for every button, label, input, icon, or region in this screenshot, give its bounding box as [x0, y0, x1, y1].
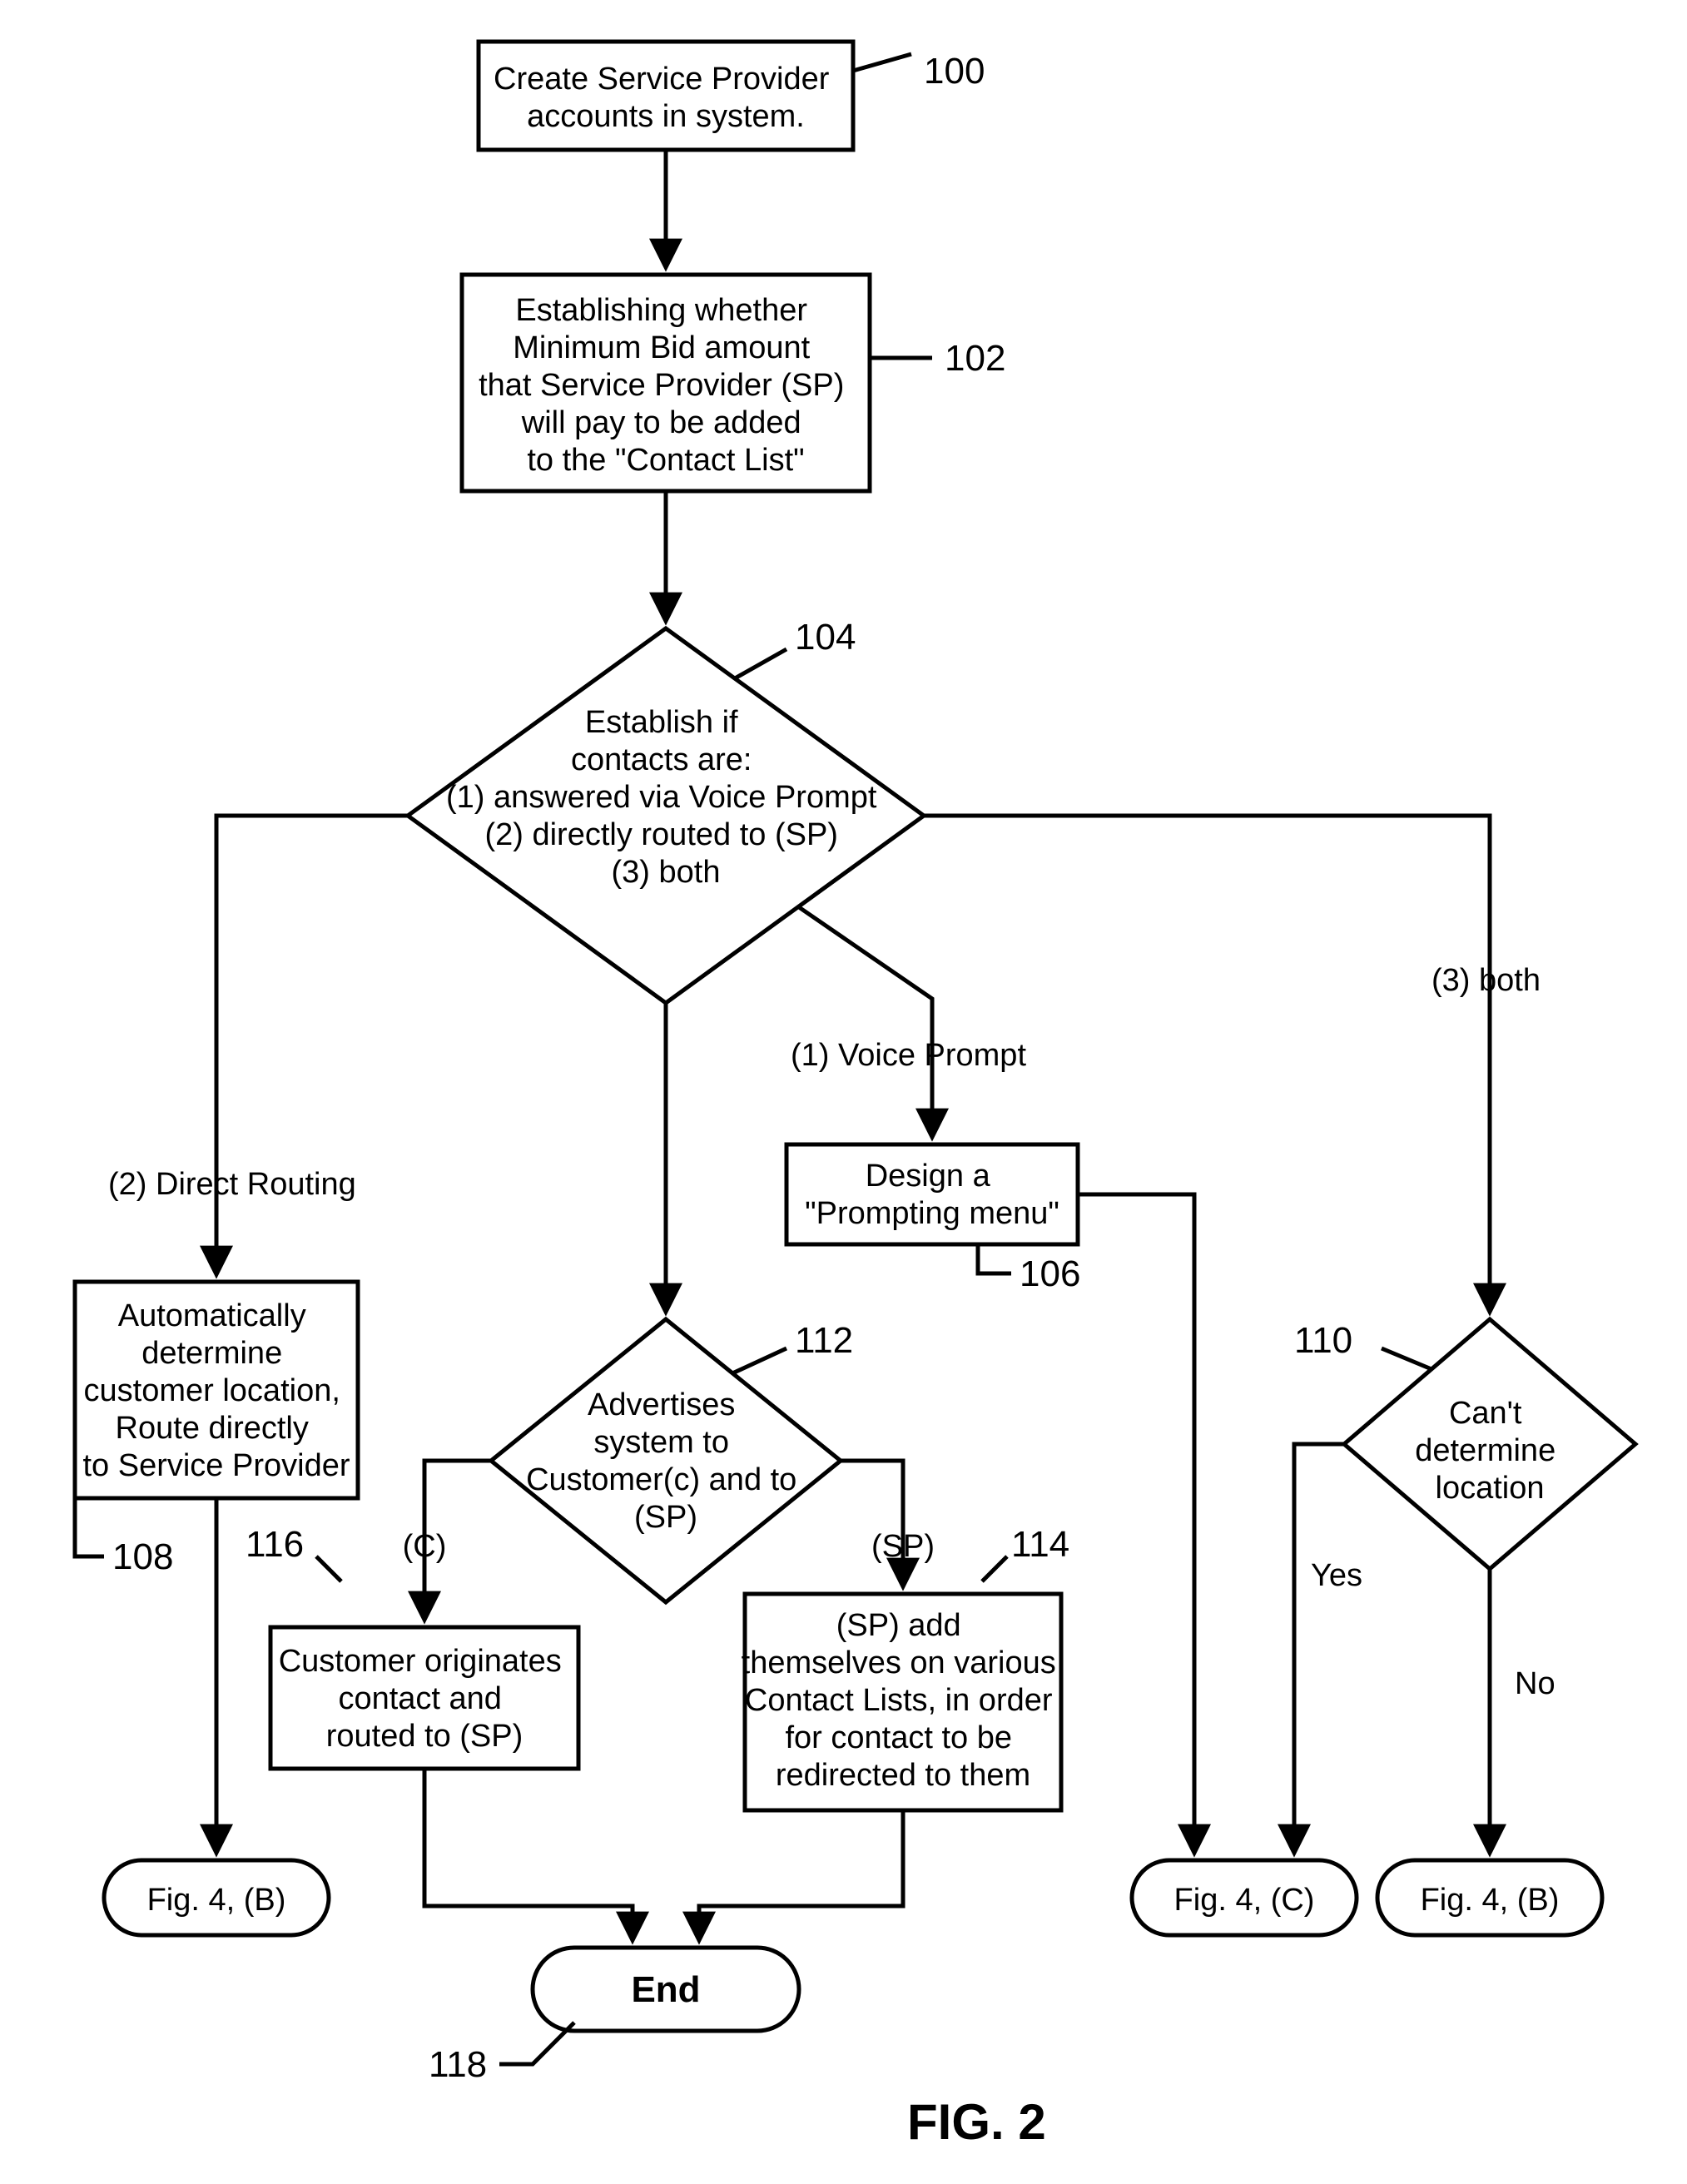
terminal-fig4b-right-text: Fig. 4, (B) — [1421, 1883, 1560, 1918]
ref-leader-110 — [1382, 1348, 1431, 1369]
node-110-line3: location — [1436, 1471, 1545, 1506]
node-110-line1: Can't — [1449, 1396, 1522, 1431]
node-104-line4: (2) directly routed to (SP) — [484, 817, 837, 852]
ref-leader-104 — [735, 649, 786, 678]
node-104-line3: (1) answered via Voice Prompt — [446, 780, 877, 815]
node-104-line1: Establish if — [585, 705, 738, 740]
node-114-line3: Contact Lists, in order — [745, 1683, 1053, 1718]
terminal-fig4b-left: Fig. 4, (B) — [104, 1860, 329, 1935]
node-114-line4: for contact to be — [785, 1720, 1012, 1755]
label-yes: Yes — [1311, 1558, 1362, 1593]
node-108-line2: determine — [141, 1336, 282, 1371]
node-116-line2: contact and — [338, 1681, 501, 1716]
label-no: No — [1515, 1666, 1556, 1701]
svg-text:End: End — [631, 1969, 700, 2010]
svg-text:Automatically determine: Automatically determine customer locatio… — [82, 1298, 350, 1483]
svg-text:Fig. 4, (B): Fig. 4, (B) — [1421, 1883, 1560, 1918]
ref-110: 110 — [1294, 1320, 1352, 1361]
node-112: Advertises system to Customer(c) and to … — [491, 1319, 841, 1602]
ref-leader-116 — [316, 1556, 341, 1581]
label-both: (3) both — [1431, 963, 1541, 998]
arrow-116-to-end — [424, 1769, 633, 1939]
node-112-line2: system to — [593, 1425, 729, 1460]
node-102-line1: Establishing whether — [515, 293, 807, 328]
label-direct-routing: (2) Direct Routing — [108, 1167, 356, 1202]
ref-114: 114 — [1011, 1524, 1069, 1565]
node-100-line2: accounts in system. — [527, 99, 805, 134]
node-114-line1: (SP) add — [836, 1608, 961, 1643]
arrow-112-to-114 — [841, 1461, 903, 1586]
node-114: (SP) add themselves on various Contact L… — [742, 1594, 1065, 1810]
node-102-line5: to the "Contact List" — [527, 443, 804, 478]
ref-118: 118 — [429, 2044, 487, 2085]
node-104-line2: contacts are: — [571, 742, 752, 777]
terminal-fig4b-left-text: Fig. 4, (B) — [147, 1883, 286, 1918]
terminal-fig4c: Fig. 4, (C) — [1132, 1860, 1357, 1935]
terminal-fig4c-text: Fig. 4, (C) — [1174, 1883, 1315, 1918]
node-116-line1: Customer originates — [279, 1644, 562, 1679]
node-102-line4: will pay to be added — [521, 405, 801, 440]
terminal-fig4b-right: Fig. 4, (B) — [1377, 1860, 1602, 1935]
node-114-line2: themselves on various — [742, 1645, 1056, 1680]
arrow-104-to-108 — [216, 816, 408, 1273]
node-100-line1: Create Service Provider — [494, 62, 830, 97]
label-c: (C) — [403, 1529, 447, 1564]
node-116-line3: routed to (SP) — [326, 1719, 523, 1754]
ref-104: 104 — [795, 617, 856, 658]
figure-label: FIG. 2 — [907, 2094, 1046, 2150]
node-108-line1: Automatically — [118, 1298, 306, 1333]
node-102: Establishing whether Minimum Bid amount … — [462, 275, 870, 491]
node-110-line2: determine — [1415, 1433, 1556, 1468]
node-108-line4: Route directly — [116, 1411, 309, 1446]
ref-116: 116 — [246, 1524, 304, 1565]
node-106-line2: "Prompting menu" — [805, 1196, 1059, 1231]
ref-100: 100 — [924, 51, 985, 92]
node-106: Design a "Prompting menu" — [786, 1144, 1078, 1244]
ref-leader-100 — [853, 54, 911, 71]
svg-text:Establishing whether Min: Establishing whether Minimum Bid amount … — [479, 293, 853, 478]
node-116: Customer originates contact and routed t… — [270, 1627, 578, 1769]
arrow-104-to-106 — [799, 907, 932, 1136]
node-110: Can't determine location — [1344, 1319, 1635, 1569]
ref-112: 112 — [795, 1320, 853, 1361]
ref-leader-108 — [75, 1498, 104, 1556]
ref-leader-112 — [732, 1348, 786, 1373]
ref-leader-114 — [982, 1556, 1007, 1581]
ref-106: 106 — [1020, 1253, 1080, 1294]
node-114-line5: redirected to them — [776, 1758, 1030, 1793]
ref-102: 102 — [945, 338, 1005, 379]
svg-text:Fig. 4, (B): Fig. 4, (B) — [147, 1883, 286, 1918]
node-118-text: End — [631, 1969, 700, 2010]
node-112-line4: (SP) — [634, 1500, 697, 1535]
node-108-line5: to Service Provider — [82, 1448, 350, 1483]
node-106-line1: Design a — [866, 1159, 991, 1194]
node-108-line3: customer location, — [84, 1373, 340, 1408]
label-sp: (SP) — [871, 1529, 935, 1564]
node-108: Automatically determine customer locatio… — [75, 1282, 358, 1498]
node-104: Establish if contacts are: (1) answered … — [408, 628, 924, 1003]
node-100: Create Service Provider accounts in syst… — [479, 42, 853, 150]
label-voice-prompt: (1) Voice Prompt — [791, 1038, 1026, 1073]
svg-text:Fig. 4, (C): Fig. 4, (C) — [1174, 1883, 1315, 1918]
node-118-end: End — [533, 1948, 799, 2031]
node-112-line1: Advertises — [588, 1387, 735, 1422]
ref-108: 108 — [112, 1536, 173, 1577]
node-102-line3: that Service Provider (SP) — [479, 368, 844, 403]
arrow-114-to-end — [699, 1810, 903, 1939]
node-112-line3: Customer(c) and to — [526, 1462, 796, 1497]
node-102-line2: Minimum Bid amount — [513, 330, 810, 365]
node-104-line5: (3) both — [612, 855, 721, 890]
ref-leader-106 — [978, 1244, 1011, 1273]
arrow-106-to-t_c — [1078, 1194, 1194, 1852]
arrow-110-yes — [1294, 1444, 1344, 1852]
